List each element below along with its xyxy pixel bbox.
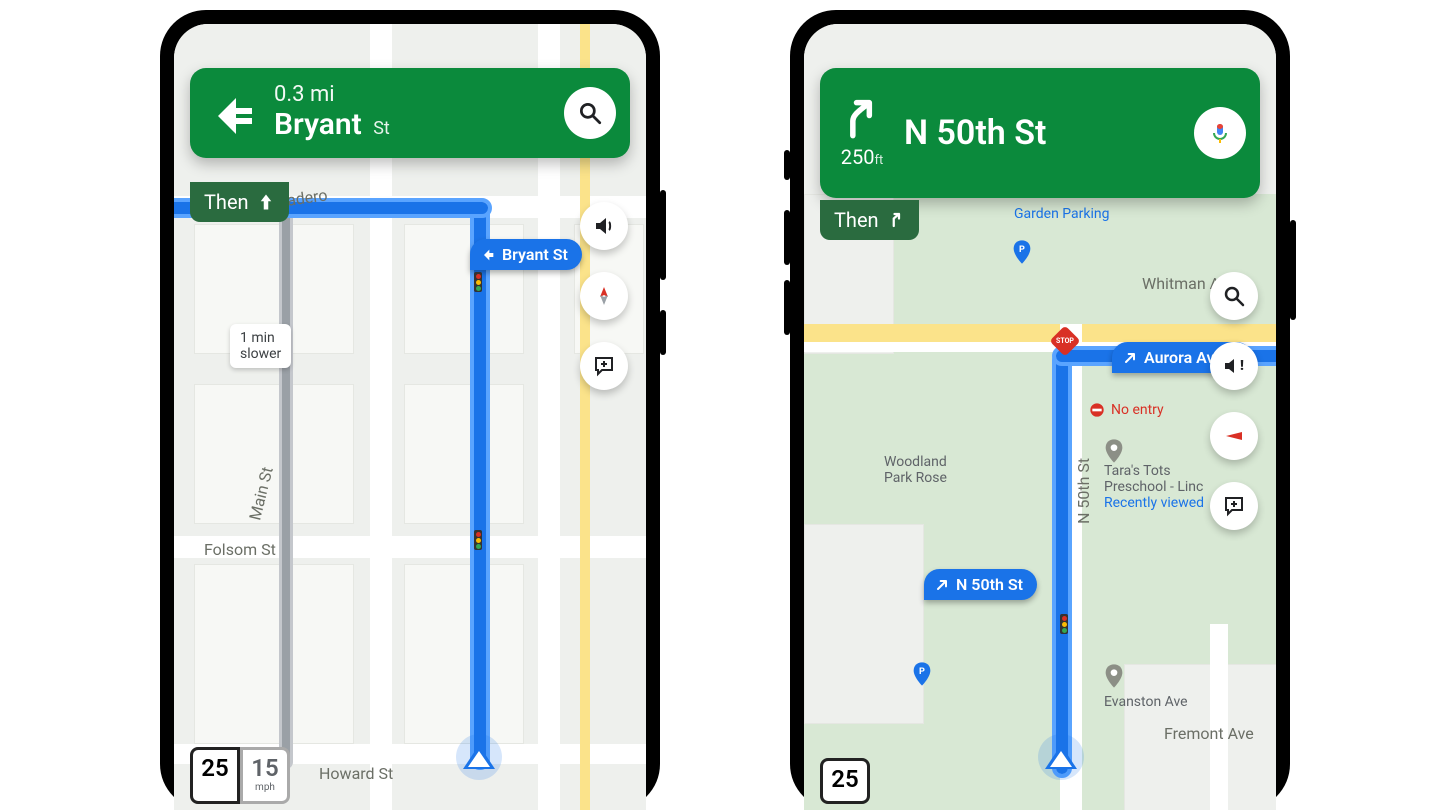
then-label: Then — [204, 190, 249, 214]
arrow-up-right-icon — [887, 209, 905, 231]
route-label-text: N 50th St — [956, 575, 1023, 594]
poi-label: Evanston Ave — [1104, 694, 1188, 710]
turn-left-icon — [480, 247, 496, 263]
next-direction-pill[interactable]: Then — [820, 200, 919, 240]
power-button — [660, 310, 666, 355]
speed-limit-value: 25 — [831, 765, 859, 793]
street-name: Bryant — [274, 107, 362, 142]
search-button[interactable] — [564, 87, 616, 139]
street-suffix: St — [373, 118, 390, 139]
volume-down-button — [784, 280, 790, 335]
poi-garden-parking[interactable]: Garden Parking — [1014, 206, 1110, 222]
alt-label-line1: 1 min — [240, 330, 281, 346]
speaker-alert-icon: ! — [1222, 354, 1246, 378]
screen: 5:07 ▲ ▣ ▾ ◢ ▯ 57% — [174, 24, 646, 810]
poi-line: Tara's Tots — [1104, 463, 1171, 479]
poi-label: No entry — [1111, 402, 1164, 418]
iphone: 10:51 ◢ ⌔ Whitman Ave Fremont Ave N 50th… — [790, 10, 1290, 810]
speed-limit: 25 — [190, 747, 240, 804]
street-label-n50: N 50th St — [1074, 458, 1093, 524]
turn-left-icon — [208, 86, 260, 138]
traffic-light-icon — [474, 530, 482, 550]
parking-pin-icon[interactable]: P — [1012, 240, 1032, 264]
distance-unit: ft — [874, 153, 883, 168]
screen: 10:51 ◢ ⌔ Whitman Ave Fremont Ave N 50th… — [804, 24, 1276, 810]
volume-button — [660, 190, 666, 280]
direction-card[interactable]: 0.3 mi Bryant St — [190, 68, 630, 158]
search-icon — [577, 100, 603, 126]
poi-line: Park Rose — [884, 470, 947, 486]
alt-route-label[interactable]: 1 min slower — [230, 324, 291, 368]
location-arrow-icon — [463, 745, 495, 769]
arrow-up-right-icon — [840, 97, 884, 145]
power-button — [1290, 220, 1296, 320]
android-phone: 5:07 ▲ ▣ ▾ ◢ ▯ 57% — [160, 10, 660, 810]
compass-button[interactable] — [1210, 412, 1258, 460]
audio-button[interactable] — [580, 202, 628, 250]
search-icon — [1222, 284, 1246, 308]
current-location — [1038, 734, 1084, 780]
no-entry-label: No entry — [1089, 402, 1164, 418]
route-label-text: Bryant St — [502, 245, 568, 264]
speed-unit: mph — [251, 782, 279, 793]
svg-text:!: ! — [1240, 358, 1244, 374]
parking-pin-icon[interactable]: P — [912, 662, 932, 686]
current-speed: 15 mph — [240, 747, 290, 804]
poi-line: Preschool - Linc — [1104, 479, 1203, 495]
report-button[interactable] — [580, 342, 628, 390]
speed-limit-value: 25 — [201, 754, 229, 782]
direction-street: Bryant St — [274, 107, 612, 142]
compass-button[interactable] — [580, 272, 628, 320]
no-entry-icon — [1089, 402, 1105, 418]
street-label-fremont: Fremont Ave — [1164, 724, 1254, 743]
poi-evanston[interactable]: Evanston Ave — [1104, 664, 1188, 710]
current-location — [456, 734, 502, 780]
traffic-light-icon — [474, 272, 482, 292]
direction-card[interactable]: 250ft N 50th St — [820, 68, 1260, 198]
compass-icon — [1222, 424, 1246, 448]
mic-icon — [1208, 119, 1232, 147]
distance-value: 250 — [841, 145, 875, 169]
route-label-bryant: Bryant St — [470, 239, 582, 270]
arrow-up-right-icon — [934, 577, 950, 593]
poi-recently-viewed: Recently viewed — [1104, 495, 1204, 511]
current-speed-value: 15 — [251, 754, 279, 782]
chat-plus-icon — [592, 354, 616, 378]
compass-icon — [592, 284, 616, 308]
speed-indicator: 25 — [820, 758, 870, 804]
direction-distance: 0.3 mi — [274, 82, 612, 107]
then-label: Then — [834, 208, 879, 232]
street-label-folsom: Folsom St — [204, 540, 276, 559]
traffic-light-icon — [1060, 614, 1068, 634]
poi-label: Garden Parking — [1014, 206, 1110, 222]
volume-up-button — [784, 210, 790, 265]
map-controls: ! — [1210, 272, 1258, 530]
chat-plus-icon — [1222, 494, 1246, 518]
report-button[interactable] — [1210, 482, 1258, 530]
speed-limit: 25 — [820, 758, 870, 804]
map-controls — [580, 202, 628, 390]
search-button[interactable] — [1210, 272, 1258, 320]
poi-pin-icon — [1104, 664, 1124, 688]
arrow-up-icon — [257, 191, 275, 213]
location-arrow-icon — [1045, 745, 1077, 769]
arrow-up-right-icon — [1122, 350, 1138, 366]
speaker-icon — [592, 214, 616, 238]
alt-label-line2: slower — [240, 346, 281, 362]
mute-switch — [784, 150, 790, 180]
voice-button[interactable] — [1194, 107, 1246, 159]
poi-line: Woodland — [884, 454, 947, 470]
svg-text:P: P — [1019, 245, 1025, 255]
speed-indicator: 25 15 mph — [190, 747, 290, 804]
direction-distance: 250ft — [841, 145, 884, 169]
street-label-howard: Howard St — [319, 764, 393, 783]
svg-text:P: P — [919, 667, 925, 677]
poi-pin-icon — [1104, 439, 1124, 463]
audio-alert-button[interactable]: ! — [1210, 342, 1258, 390]
next-direction-pill[interactable]: Then — [190, 182, 289, 222]
direction-street: N 50th St — [904, 113, 1046, 153]
poi-woodland[interactable]: Woodland Park Rose — [884, 454, 947, 486]
poi-taras-tots[interactable]: Tara's Tots Preschool - Linc Recently vi… — [1104, 439, 1204, 511]
route-label-n50: N 50th St — [924, 569, 1037, 600]
